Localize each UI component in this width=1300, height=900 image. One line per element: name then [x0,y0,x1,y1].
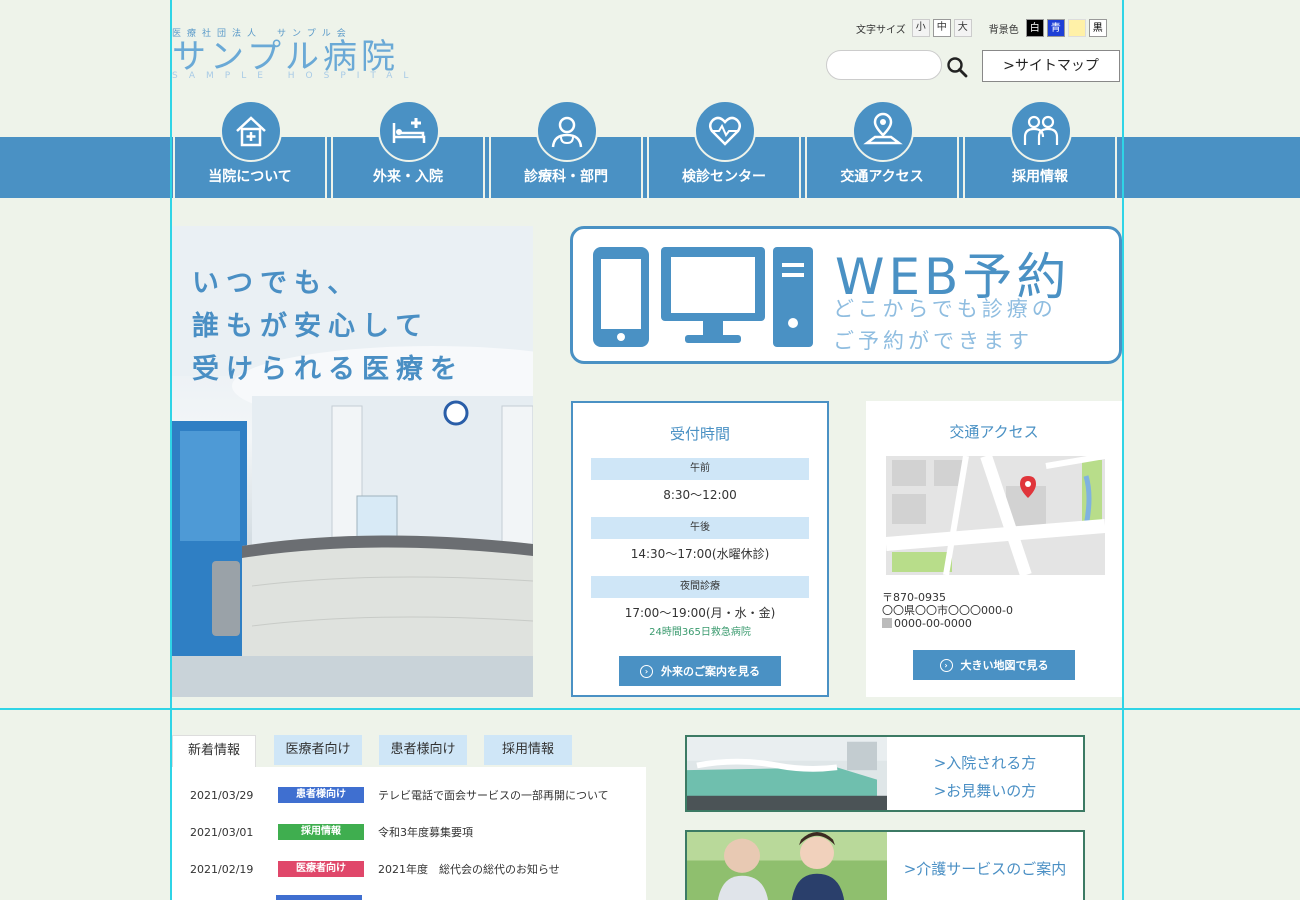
house-plus-icon [220,100,282,162]
web-reservation-sub-1: どこからでも診療の [833,297,1057,321]
tab-medical-staff[interactable]: 医療者向け [274,735,362,767]
night-label: 夜間診療 [591,576,809,598]
web-reservation-banner[interactable]: WEB予約 どこからでも診療の ご予約ができます [570,226,1122,364]
arrow-circle-icon: › [939,658,953,672]
access-panel: 交通アクセス 〒870-0935 〇〇県〇〇市〇〇〇000-0 0000-00-… [866,401,1122,697]
tab-patients[interactable]: 患者様向け [379,735,467,767]
heart-pulse-icon [694,100,756,162]
reception-hours-panel: 受付時間 午前 8:30～12:00 午後 14:30～17:00(水曜休診) … [571,401,829,697]
hospital-logo[interactable]: 医療社団法人 サンプル会 サンプル病院 SAMPLE HOSPITAL [172,26,442,86]
hospital-bed-icon [378,100,440,162]
care-service-banner[interactable]: >介護サービスのご案内 [685,830,1085,900]
access-address: 〒870-0935 〇〇県〇〇市〇〇〇000-0 0000-00-0000 [882,591,1013,630]
nav-label-access: 交通アクセス [840,169,924,185]
emergency-note: 24時間365日救急病院 [649,627,751,638]
hero-image: いつでも、 誰もが安心して 受けられる医療を [172,226,533,697]
news-title: テレビ電話で面会サービスの一部再開について [378,789,609,802]
tab-news[interactable]: 新着情報 [172,735,256,767]
news-badge-partial [276,895,362,900]
night-time: 17:00～19:00(月・水・金) [624,606,776,620]
large-map-button[interactable]: › 大きい地図で見る [913,650,1075,680]
news-date: 2021/03/29 [190,788,254,802]
arrow-circle-icon: › [640,664,653,678]
news-badge: 患者様向け [278,787,364,803]
afternoon-time: 14:30～17:00(水曜休診) [630,547,770,561]
access-zip: 〒870-0935 [882,591,946,604]
search-input[interactable] [826,50,942,80]
news-date: 2021/03/01 [190,825,254,839]
access-phone: 0000-00-0000 [882,617,1013,630]
inpatient-link: >入院される方 [933,754,1037,772]
accessibility-controls: 文字サイズ 小 中 大 背景色 白 青 黄 黒 [856,18,1107,38]
care-service-link: >介護サービスのご案内 [903,860,1067,878]
news-item[interactable]: 2021/02/19 医療者向け 2021年度 総代会の総代のお知らせ [190,859,560,879]
map-pin-icon [852,100,914,162]
news-title: 令和3年度募集要項 [378,826,473,839]
hospital-bed-photo [687,737,887,810]
layout-guide-right [1122,0,1124,900]
nav-label-departments: 診療科・部門 [524,169,608,185]
font-size-medium-button[interactable]: 中 [932,19,951,37]
nav-label-checkup: 検診センター [682,169,766,185]
chevron-right-icon: > [1003,58,1015,74]
news-item[interactable]: 2021/03/01 採用情報 令和3年度募集要項 [190,822,473,842]
visitor-link: >お見舞いの方 [933,782,1037,800]
doctor-icon [536,100,598,162]
access-street: 〇〇県〇〇市〇〇〇000-0 [882,604,1013,617]
nav-label-recruit: 採用情報 [1012,169,1068,185]
hero-line-1: いつでも、 [192,268,362,299]
layout-guide-left [170,0,172,900]
access-tel: 0000-00-0000 [894,617,972,630]
hero-line-2: 誰もが安心して [192,311,430,342]
font-size-large-button[interactable]: 大 [953,19,972,37]
font-size-label: 文字サイズ [856,24,906,36]
caregiver-photo [687,832,887,900]
hero-line-3: 受けられる医療を [192,354,464,385]
news-badge: 医療者向け [278,861,364,877]
layout-guide-horizontal [0,708,1300,710]
web-reservation-subtitle: どこからでも診療の ご予約ができます [833,293,1057,357]
staff-icon [1010,100,1072,162]
sitemap-button[interactable]: >サイトマップ [982,50,1120,82]
background-color-label: 背景色 [988,24,1019,36]
logo-english: SAMPLE HOSPITAL [172,71,420,81]
hero-message: いつでも、 誰もが安心して 受けられる医療を [192,262,464,391]
nav-label-about: 当院について [208,169,292,185]
morning-time: 8:30～12:00 [663,488,737,502]
news-badge: 採用情報 [278,824,364,840]
search-icon[interactable] [946,56,968,78]
font-size-small-button[interactable]: 小 [911,19,930,37]
sitemap-label: サイトマップ [1014,58,1099,74]
color-black-button[interactable]: 黒 [1088,19,1107,37]
devices-icon [593,247,813,347]
inpatient-banner-text: >入院される方 >お見舞いの方 [887,749,1083,805]
nav-label-outpatient: 外来・入院 [373,169,443,185]
reception-title: 受付時間 [669,425,730,443]
inpatient-banner[interactable]: >入院される方 >お見舞いの方 [685,735,1085,812]
color-white-button[interactable]: 白 [1025,19,1044,37]
outpatient-info-button[interactable]: › 外来のご案内を見る [619,656,781,686]
morning-label: 午前 [591,458,809,480]
access-title: 交通アクセス [949,423,1039,441]
outpatient-info-label: 外来のご案内を見る [661,665,760,678]
access-map[interactable] [886,456,1105,575]
map-illustration [886,456,1105,575]
phone-icon [882,618,892,628]
news-date: 2021/02/19 [190,862,254,876]
logo-name: サンプル病院 [172,37,399,77]
news-item[interactable]: 2021/03/29 患者様向け テレビ電話で面会サービスの一部再開について [190,785,609,805]
afternoon-label: 午後 [591,517,809,539]
color-yellow-button[interactable]: 黄 [1067,19,1086,37]
tab-recruit[interactable]: 採用情報 [484,735,572,767]
large-map-label: 大きい地図で見る [960,659,1049,672]
news-list: 2021/03/29 患者様向け テレビ電話で面会サービスの一部再開について 2… [172,767,646,900]
web-reservation-sub-2: ご予約ができます [833,329,1033,353]
color-blue-button[interactable]: 青 [1046,19,1065,37]
news-title: 2021年度 総代会の総代のお知らせ [378,863,560,876]
